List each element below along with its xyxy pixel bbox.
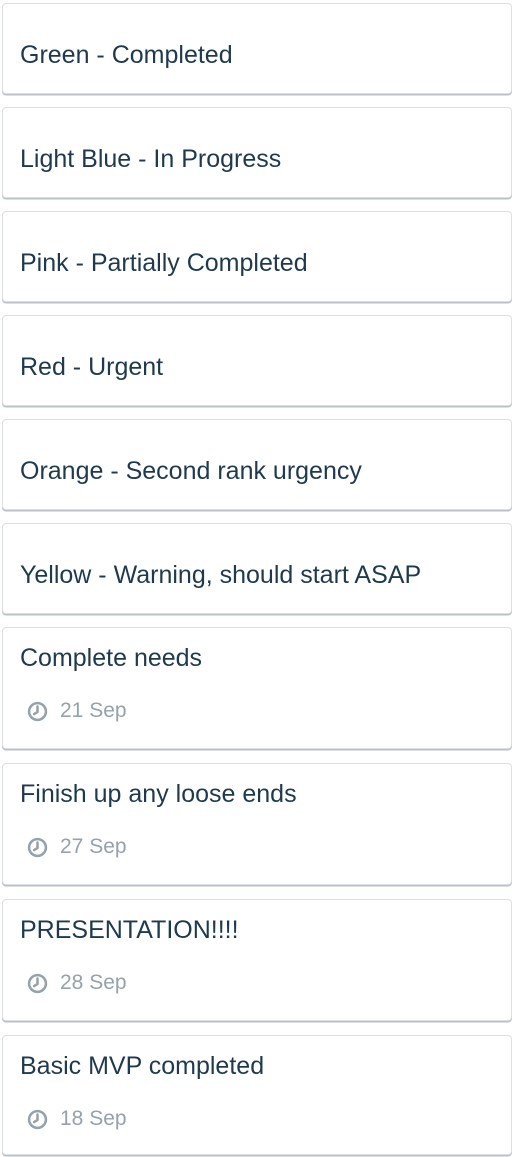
card-complete-needs[interactable]: Complete needs 21 Sep bbox=[2, 627, 512, 749]
card-title: Orange - Second rank urgency bbox=[20, 457, 362, 485]
due-date-text: 27 Sep bbox=[60, 835, 127, 858]
card-title: Light Blue - In Progress bbox=[20, 145, 282, 173]
clock-icon bbox=[27, 1109, 48, 1129]
card-green-completed[interactable]: Green - Completed bbox=[2, 3, 512, 94]
card-title: Yellow - Warning, should start ASAP bbox=[20, 561, 422, 589]
card-title: Complete needs bbox=[20, 644, 203, 672]
card-pink-partially-completed[interactable]: Pink - Partially Completed bbox=[2, 211, 512, 302]
clock-icon bbox=[27, 701, 48, 721]
clock-icon bbox=[27, 837, 48, 857]
due-date-text: 28 Sep bbox=[60, 971, 127, 994]
card-title: Finish up any loose ends bbox=[20, 780, 297, 808]
card-title: Green - Completed bbox=[20, 41, 233, 69]
due-date-badge: 28 Sep bbox=[27, 970, 127, 996]
due-date-text: 18 Sep bbox=[60, 1107, 127, 1130]
card-title: Pink - Partially Completed bbox=[20, 249, 308, 277]
due-date-badge: 18 Sep bbox=[27, 1106, 127, 1132]
card-title: Red - Urgent bbox=[20, 353, 164, 381]
card-red-urgent[interactable]: Red - Urgent bbox=[2, 315, 512, 406]
card-finish-loose-ends[interactable]: Finish up any loose ends 27 Sep bbox=[2, 763, 512, 885]
card-yellow-warning[interactable]: Yellow - Warning, should start ASAP bbox=[2, 523, 512, 614]
card-title: Basic MVP completed bbox=[20, 1052, 265, 1080]
card-basic-mvp-completed[interactable]: Basic MVP completed 18 Sep bbox=[2, 1035, 512, 1155]
card-title: PRESENTATION!!!! bbox=[20, 916, 239, 944]
card-presentation[interactable]: PRESENTATION!!!! 28 Sep bbox=[2, 899, 512, 1021]
card-orange-second-rank-urgency[interactable]: Orange - Second rank urgency bbox=[2, 419, 512, 510]
due-date-badge: 21 Sep bbox=[27, 698, 127, 724]
card-light-blue-in-progress[interactable]: Light Blue - In Progress bbox=[2, 107, 512, 198]
due-date-text: 21 Sep bbox=[60, 699, 127, 722]
due-date-badge: 27 Sep bbox=[27, 834, 127, 860]
clock-icon bbox=[27, 973, 48, 993]
